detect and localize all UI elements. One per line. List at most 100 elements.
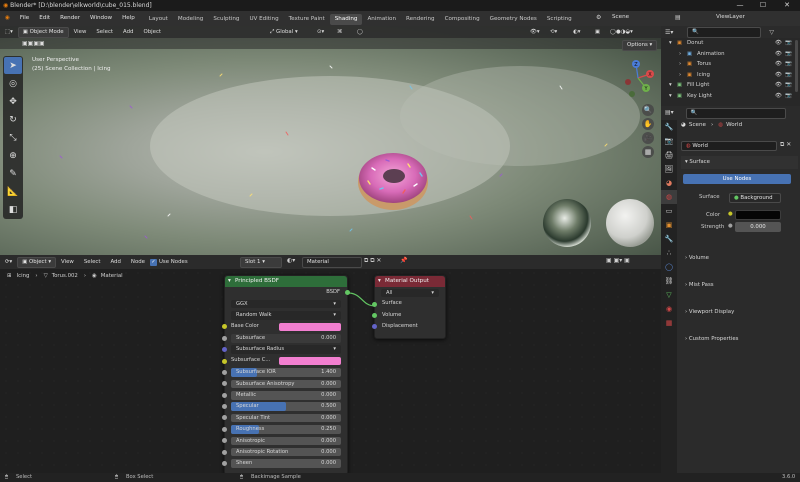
measure-tool-icon[interactable]: 📐 bbox=[4, 183, 22, 200]
input-socket[interactable] bbox=[222, 461, 227, 467]
overlay-toggle-icon[interactable]: ◐▾ bbox=[568, 26, 585, 38]
outliner-item[interactable]: › ▣ Animation 👁 📷 bbox=[661, 49, 800, 60]
viewport-menu-object[interactable]: Object bbox=[138, 26, 166, 38]
visibility-eye-icon[interactable]: 👁 bbox=[775, 91, 782, 102]
color-swatch[interactable] bbox=[279, 356, 341, 366]
viewport-menu-view[interactable]: View bbox=[69, 26, 92, 38]
tab-compositing[interactable]: Compositing bbox=[440, 14, 485, 25]
visibility-eye-icon[interactable]: 👁 bbox=[775, 80, 782, 91]
scene-tab-icon[interactable]: ◕ bbox=[661, 176, 677, 190]
displacement-input-socket[interactable] bbox=[372, 324, 377, 330]
navigation-gizmo[interactable]: X Y Z bbox=[622, 58, 658, 102]
input-dropdown[interactable]: Subsurface Radius ▾ bbox=[231, 345, 341, 354]
pan-hand-icon[interactable]: ✋ bbox=[642, 118, 654, 130]
filter-icon[interactable]: ▽ bbox=[769, 29, 774, 36]
gizmo-neg-x[interactable] bbox=[625, 79, 631, 85]
input-slider[interactable]: Subsurface Anisotropy 0.000 bbox=[231, 379, 341, 389]
color-socket-icon[interactable]: ● bbox=[728, 211, 733, 217]
use-nodes-button[interactable]: Use Nodes bbox=[683, 174, 791, 184]
collapse-arrow-icon[interactable]: ▾ bbox=[378, 276, 381, 287]
scale-tool-icon[interactable]: ⤡ bbox=[4, 129, 22, 146]
blender-menu-icon[interactable]: ◉ bbox=[0, 11, 15, 26]
minimize-button[interactable]: — bbox=[730, 0, 750, 11]
surface-shader-field[interactable]: ● Background bbox=[729, 193, 781, 203]
shader-node-editor[interactable]: ⟳▾ ▣ Object ▾ View Select Add Node ✓ Use… bbox=[0, 255, 661, 473]
outliner-item[interactable]: ▾ ▣ Fill Light 👁 📷 bbox=[661, 80, 800, 91]
volume-panel-header[interactable]: › Volume bbox=[681, 252, 798, 265]
viewport-menu-add[interactable]: Add bbox=[118, 26, 138, 38]
move-tool-icon[interactable]: ✥ bbox=[4, 93, 22, 110]
shading-modes-icon[interactable]: ◯●◑◒▾ bbox=[605, 26, 638, 38]
distribution-dropdown[interactable]: GGX ▾ bbox=[231, 299, 341, 309]
ortho-grid-icon[interactable]: ▦ bbox=[642, 146, 654, 158]
modifier-tab-icon[interactable]: 🔧 bbox=[661, 232, 677, 246]
menu-file[interactable]: File bbox=[15, 11, 34, 26]
world-color-swatch[interactable] bbox=[735, 210, 781, 220]
camera-view-icon[interactable]: 🎥 bbox=[642, 132, 654, 144]
visibility-eye-icon[interactable]: 👁 bbox=[775, 38, 782, 49]
collapse-arrow-icon[interactable]: ▾ bbox=[228, 276, 231, 287]
select-tool-icon[interactable]: ➤ bbox=[4, 57, 22, 74]
tab-uv-editing[interactable]: UV Editing bbox=[244, 14, 283, 25]
render-tab-icon[interactable]: 📷 bbox=[661, 134, 677, 148]
editor-type-icon[interactable]: ⬚▾ bbox=[0, 26, 18, 38]
input-socket[interactable] bbox=[222, 335, 227, 341]
scene-name[interactable]: Scene bbox=[612, 14, 629, 20]
add-cube-tool-icon[interactable]: ◧ bbox=[4, 201, 22, 218]
expand-arrow-icon[interactable]: ▾ bbox=[669, 91, 672, 102]
surface-input-socket[interactable] bbox=[372, 301, 377, 307]
world-datablock-field[interactable]: ◍ World bbox=[681, 141, 777, 151]
outliner-item[interactable]: › ▣ Torus 👁 📷 bbox=[661, 59, 800, 70]
tab-layout[interactable]: Layout bbox=[144, 14, 173, 25]
visibility-eye-icon[interactable]: 👁 bbox=[775, 49, 782, 60]
input-socket[interactable] bbox=[222, 369, 227, 375]
tab-animation[interactable]: Animation bbox=[362, 14, 401, 25]
color-swatch[interactable] bbox=[279, 322, 341, 332]
expand-arrow-icon[interactable]: › bbox=[679, 59, 681, 70]
menu-help[interactable]: Help bbox=[117, 11, 140, 26]
output-target-dropdown[interactable]: All ▾ bbox=[381, 288, 439, 297]
expand-arrow-icon[interactable]: ▾ bbox=[669, 80, 672, 91]
custom-properties-panel-header[interactable]: › Custom Properties bbox=[681, 333, 798, 346]
view-layer-tab-icon[interactable]: 🖼 bbox=[661, 162, 677, 176]
gizmo-neg-y[interactable] bbox=[629, 91, 635, 97]
properties-editor-icon[interactable]: ▤▾ bbox=[665, 109, 674, 116]
particles-tab-icon[interactable]: ∴ bbox=[661, 246, 677, 260]
material-output-header[interactable]: ▾ Material Output bbox=[375, 276, 445, 287]
tab-rendering[interactable]: Rendering bbox=[401, 14, 440, 25]
cursor-tool-icon[interactable]: ◎ bbox=[4, 75, 22, 92]
input-socket[interactable] bbox=[222, 404, 227, 410]
input-slider[interactable]: Sheen 0.000 bbox=[231, 459, 341, 468]
input-slider[interactable]: Subsurface 0.000 bbox=[231, 334, 341, 343]
object-mode-dropdown[interactable]: ▣ Object Mode bbox=[17, 27, 69, 38]
pivot-icon[interactable]: ⊙▾ bbox=[312, 26, 329, 38]
physics-tab-icon[interactable]: ◯ bbox=[661, 260, 677, 274]
tool-tab-icon[interactable]: 🔧 bbox=[661, 120, 677, 134]
tab-modeling[interactable]: Modeling bbox=[173, 14, 208, 25]
material-output-node[interactable]: ▾ Material Output All ▾ Surface Volume Di… bbox=[372, 275, 446, 339]
input-socket[interactable] bbox=[222, 392, 227, 398]
viewport-menu-select[interactable]: Select bbox=[91, 26, 118, 38]
world-datablock-actions-icons[interactable]: ⧉ ✕ bbox=[780, 141, 791, 149]
outliner-item[interactable]: › ▣ Icing 👁 📷 bbox=[661, 70, 800, 81]
expand-arrow-icon[interactable]: › bbox=[679, 49, 681, 60]
render-camera-icon[interactable]: 📷 bbox=[785, 91, 792, 102]
input-socket[interactable] bbox=[222, 381, 227, 387]
input-slider[interactable]: Subsurface IOR 1.400 bbox=[231, 368, 341, 377]
world-tab-icon[interactable]: ◍ bbox=[661, 190, 677, 204]
render-camera-icon[interactable]: 📷 bbox=[785, 59, 792, 70]
view-layer-icon[interactable]: ▤ bbox=[675, 14, 681, 21]
input-slider[interactable]: Specular Tint 0.000 bbox=[231, 413, 341, 423]
proportional-edit-icon[interactable]: ◯ bbox=[352, 26, 368, 38]
selection-mode-icons[interactable]: ▣▣▣▣ bbox=[22, 40, 45, 47]
visibility-eye-icon[interactable]: 👁 bbox=[775, 59, 782, 70]
input-slider[interactable]: Metallic 0.000 bbox=[231, 391, 341, 400]
expand-arrow-icon[interactable]: ▾ bbox=[669, 38, 672, 49]
properties-search-input[interactable]: 🔍 bbox=[685, 107, 786, 119]
expand-arrow-icon[interactable]: › bbox=[679, 70, 681, 81]
snap-icon[interactable]: ⌘ bbox=[332, 26, 347, 38]
tab-shading[interactable]: Shading bbox=[329, 14, 363, 25]
zoom-icon[interactable]: 🔍 bbox=[642, 104, 654, 116]
input-socket[interactable] bbox=[222, 324, 227, 330]
options-dropdown[interactable]: Options ▾ bbox=[622, 40, 658, 51]
